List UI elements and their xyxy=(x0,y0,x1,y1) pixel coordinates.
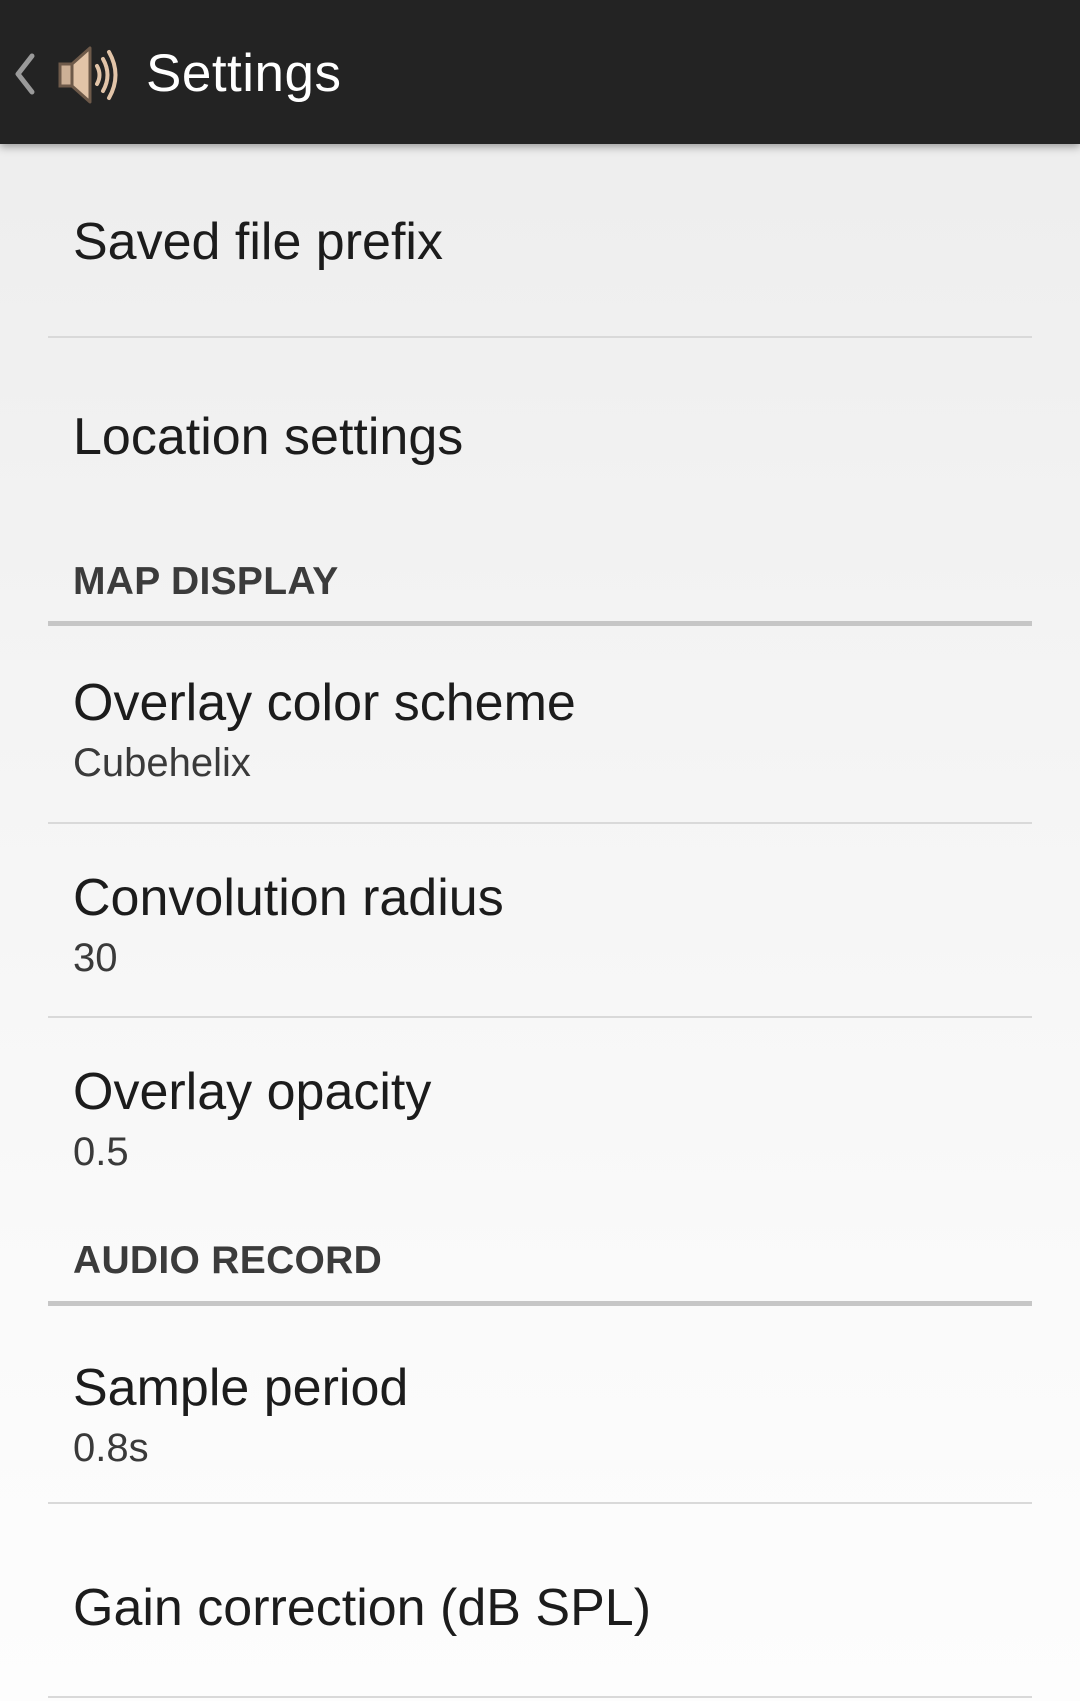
pref-title: Overlay color scheme xyxy=(73,674,576,732)
pref-title: Gain correction (dB SPL) xyxy=(73,1579,652,1637)
pref-title: Location settings xyxy=(73,408,464,466)
pref-location-settings[interactable]: Location settings xyxy=(48,395,1032,495)
pref-title: Convolution radius xyxy=(73,869,504,927)
pref-convolution-radius[interactable]: Convolution radius 30 xyxy=(48,860,1032,990)
up-navigation-button[interactable] xyxy=(8,40,120,110)
category-map-display: MAP DISPLAY xyxy=(48,555,1032,626)
pref-summary: 0.8s xyxy=(73,1426,149,1470)
pref-sample-period[interactable]: Sample period 0.8s xyxy=(48,1350,1032,1480)
category-divider xyxy=(48,1301,1032,1306)
category-divider xyxy=(48,621,1032,626)
chevron-left-icon xyxy=(12,50,38,103)
speaker-icon xyxy=(52,40,122,115)
divider xyxy=(48,1502,1032,1504)
category-header: MAP DISPLAY xyxy=(73,560,339,603)
pref-title: Saved file prefix xyxy=(73,213,443,271)
category-audio-record: AUDIO RECORD xyxy=(48,1234,1032,1306)
pref-gain-correction[interactable]: Gain correction (dB SPL) xyxy=(48,1570,1032,1670)
page-title: Settings xyxy=(146,44,342,103)
pref-title: Overlay opacity xyxy=(73,1063,432,1121)
pref-overlay-color-scheme[interactable]: Overlay color scheme Cubehelix xyxy=(48,665,1032,795)
pref-overlay-opacity[interactable]: Overlay opacity 0.5 xyxy=(48,1054,1032,1184)
pref-summary: 30 xyxy=(73,936,118,980)
action-bar: Settings xyxy=(0,0,1080,144)
pref-saved-file-prefix[interactable]: Saved file prefix xyxy=(48,200,1032,300)
divider xyxy=(48,336,1032,338)
pref-summary: Cubehelix xyxy=(73,741,251,785)
divider xyxy=(48,1016,1032,1018)
category-header: AUDIO RECORD xyxy=(73,1239,383,1282)
divider xyxy=(48,1696,1032,1698)
pref-summary: 0.5 xyxy=(73,1130,129,1174)
pref-title: Sample period xyxy=(73,1359,409,1417)
divider xyxy=(48,822,1032,824)
